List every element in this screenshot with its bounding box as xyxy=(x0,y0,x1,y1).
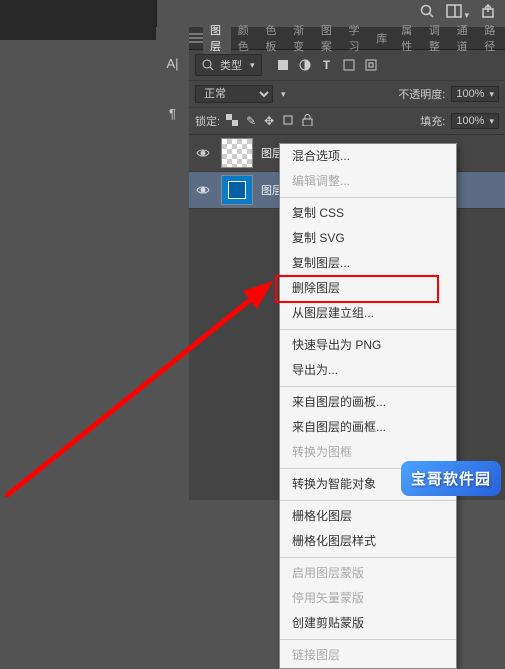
tab-properties[interactable]: 属性 xyxy=(394,18,422,58)
menu-create-clipping-mask[interactable]: 创建剪贴蒙版 xyxy=(280,611,456,636)
tab-learn[interactable]: 学习 xyxy=(342,18,370,58)
layer-thumbnail xyxy=(221,138,253,168)
visibility-toggle[interactable] xyxy=(189,148,217,158)
menu-export-as[interactable]: 导出为... xyxy=(280,358,456,383)
menu-separator xyxy=(280,197,456,198)
panel-menu-icon[interactable] xyxy=(189,33,203,43)
panel-tab-strip: 图层 颜色 色板 渐变 图案 学习 库 属性 调整 通道 路径 xyxy=(189,27,505,50)
text-align-icon[interactable]: A| xyxy=(156,49,189,77)
menu-copy-css[interactable]: 复制 CSS xyxy=(280,201,456,226)
layer-thumbnail xyxy=(221,175,253,205)
menu-separator xyxy=(280,329,456,330)
menu-group-from-layers[interactable]: 从图层建立组... xyxy=(280,301,456,326)
filter-shape-icon[interactable] xyxy=(342,58,356,72)
menu-frame-from-layers[interactable]: 来自图层的画框... xyxy=(280,415,456,440)
menu-edit-adjust: 编辑调整... xyxy=(280,169,456,194)
menu-separator xyxy=(280,386,456,387)
menu-enable-mask: 启用图层蒙版 xyxy=(280,561,456,586)
tab-patterns[interactable]: 图案 xyxy=(314,18,342,58)
menu-duplicate-layer[interactable]: 复制图层... xyxy=(280,251,456,276)
watermark-badge: 宝哥软件园 xyxy=(401,461,501,496)
blend-mode-select[interactable]: 正常 xyxy=(195,85,273,103)
lock-position-icon[interactable]: ✥ xyxy=(264,114,274,128)
menu-link-layers: 链接图层 xyxy=(280,643,456,668)
tab-paths[interactable]: 路径 xyxy=(477,18,505,58)
opacity-value-field[interactable]: 100%▾ xyxy=(451,86,499,102)
paragraph-icon[interactable]: ¶ xyxy=(156,99,189,127)
layer-context-menu: 混合选项... 编辑调整... 复制 CSS 复制 SVG 复制图层... 删除… xyxy=(279,143,457,669)
lock-all-icon[interactable] xyxy=(302,114,313,129)
lock-pixels-icon[interactable]: ✎ xyxy=(246,114,256,128)
tab-libraries[interactable]: 库 xyxy=(369,26,394,50)
filter-adjust-icon[interactable] xyxy=(298,58,312,72)
visibility-toggle[interactable] xyxy=(189,185,217,195)
options-bar-vertical: A| ¶ xyxy=(156,27,190,500)
filter-icons-group: T xyxy=(276,58,378,72)
menu-enable-vector-mask: 停用矢量蒙版 xyxy=(280,586,456,611)
menu-delete-layer[interactable]: 删除图层 xyxy=(280,276,456,301)
tab-channels[interactable]: 通道 xyxy=(450,18,478,58)
canvas-viewport[interactable] xyxy=(0,0,157,41)
fill-label: 填充: xyxy=(420,113,445,129)
filter-pixel-icon[interactable] xyxy=(276,58,290,72)
tab-colors[interactable]: 颜色 xyxy=(231,18,259,58)
menu-blend-options[interactable]: 混合选项... xyxy=(280,144,456,169)
filter-type-label: 类型 xyxy=(220,57,242,73)
lock-artboard-icon[interactable] xyxy=(282,114,294,129)
tab-gradients[interactable]: 渐变 xyxy=(286,18,314,58)
tab-swatches[interactable]: 色板 xyxy=(258,18,286,58)
menu-rasterize-layer[interactable]: 栅格化图层 xyxy=(280,504,456,529)
lock-transparency-icon[interactable] xyxy=(226,114,238,129)
fill-value-field[interactable]: 100%▾ xyxy=(451,113,499,129)
menu-separator xyxy=(280,639,456,640)
chevron-down-icon: ▾ xyxy=(250,60,255,71)
menu-separator xyxy=(280,557,456,558)
menu-quick-export-png[interactable]: 快速导出为 PNG xyxy=(280,333,456,358)
blend-opacity-row: 正常 ▾ 不透明度: 100%▾ xyxy=(189,80,505,107)
tab-adjust[interactable]: 调整 xyxy=(422,18,450,58)
tab-layers[interactable]: 图层 xyxy=(203,18,231,58)
filter-smart-icon[interactable] xyxy=(364,58,378,72)
menu-artboard-from-layers[interactable]: 来自图层的画板... xyxy=(280,390,456,415)
opacity-label: 不透明度: xyxy=(398,86,445,102)
lock-label: 锁定: xyxy=(195,113,220,129)
lock-fill-row: 锁定: ✎ ✥ 填充: 100%▾ xyxy=(189,107,505,135)
menu-separator xyxy=(280,500,456,501)
menu-copy-svg[interactable]: 复制 SVG xyxy=(280,226,456,251)
filter-text-icon[interactable]: T xyxy=(320,58,334,72)
filter-type-dropdown[interactable]: 类型 ▾ xyxy=(195,54,262,76)
menu-rasterize-style[interactable]: 栅格化图层样式 xyxy=(280,529,456,554)
canvas-background xyxy=(0,40,156,500)
